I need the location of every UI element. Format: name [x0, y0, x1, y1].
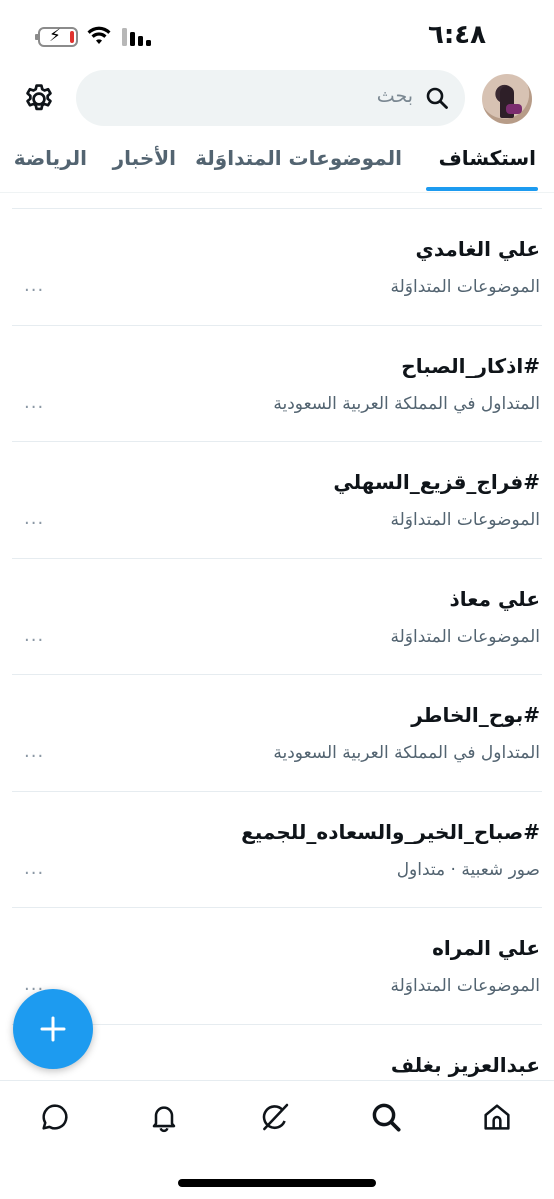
tab-explore[interactable]: استكشاف	[439, 146, 536, 170]
list-item[interactable]: #بوح_الخاطر المتداول في المملكة العربية …	[12, 674, 542, 791]
more-options-icon[interactable]: ...	[24, 508, 44, 529]
trend-list: علي الغامدي الموضوعات المتداوَلة ... #اذ…	[0, 208, 554, 1140]
plus-icon	[40, 1016, 66, 1042]
list-item[interactable]: علي معاذ الموضوعات المتداوَلة ...	[12, 557, 542, 675]
list-item[interactable]: علي الغامدي الموضوعات المتداوَلة ...	[12, 208, 542, 325]
list-item[interactable]: #فراج_قزيع_السهلي الموضوعات المتداوَلة .…	[12, 441, 542, 558]
nav-home[interactable]	[477, 1097, 517, 1137]
trend-title: #بوح_الخاطر	[411, 703, 540, 727]
trend-title: #فراج_قزيع_السهلي	[333, 470, 540, 494]
trend-subtitle: الموضوعات المتداوَلة	[390, 626, 540, 647]
list-item[interactable]: #اذكار_الصباح المتداول في المملكة العربي…	[12, 324, 542, 442]
trend-subtitle: الموضوعات المتداوَلة	[390, 976, 540, 996]
nav-messages[interactable]	[35, 1097, 75, 1137]
list-item[interactable]: علي المراه الموضوعات المتداوَلة ...	[12, 907, 542, 1024]
search-icon	[372, 1103, 401, 1132]
status-time: ٦:٤٨	[427, 20, 486, 50]
tab-sports[interactable]: الرياضة	[14, 146, 87, 170]
signal-icon	[122, 28, 151, 46]
gear-icon[interactable]	[22, 82, 56, 116]
trend-title: علي معاذ	[449, 586, 540, 611]
wifi-icon	[87, 26, 111, 44]
trend-subtitle: الموضوعات المتداوَلة	[390, 277, 540, 297]
more-options-icon[interactable]: ...	[24, 392, 44, 413]
tab-active-indicator	[426, 187, 538, 191]
trend-subtitle: صور شعبية · متداول	[396, 859, 540, 880]
more-options-icon[interactable]: ...	[24, 275, 44, 296]
trend-subtitle: الموضوعات المتداوَلة	[390, 510, 540, 530]
nav-notifications[interactable]	[144, 1097, 184, 1137]
divider	[0, 192, 554, 193]
status-bar: ⚡ ٦:٤٨	[0, 0, 554, 70]
trend-subtitle: المتداول في المملكة العربية السعودية	[273, 743, 540, 763]
home-indicator	[178, 1179, 376, 1187]
trend-title: #صباح_الخير_والسعاده_للجميع	[241, 819, 540, 844]
trend-title: علي الغامدي	[415, 237, 540, 261]
more-options-icon[interactable]: ...	[24, 625, 44, 646]
grok-icon	[262, 1103, 289, 1131]
search-placeholder: بحث	[376, 85, 413, 107]
nav-search[interactable]	[366, 1097, 406, 1137]
home-icon	[484, 1104, 510, 1130]
bell-icon	[152, 1106, 176, 1133]
search-input[interactable]: بحث	[76, 70, 465, 126]
more-options-icon[interactable]: ...	[24, 741, 44, 762]
tab-bar: استكشاف الموضوعات المتداوَلة الأخبار الر…	[0, 140, 554, 192]
search-icon	[426, 87, 448, 109]
battery-icon: ⚡	[35, 26, 78, 47]
list-item[interactable]: #صباح_الخير_والسعاده_للجميع صور شعبية · …	[12, 790, 542, 908]
compose-button[interactable]	[13, 989, 93, 1069]
trend-title: علي المراه	[432, 936, 540, 960]
messages-icon	[42, 1104, 68, 1130]
trend-title: عبدالعزيز بغلف	[390, 1052, 540, 1077]
header: بحث	[0, 70, 554, 128]
avatar[interactable]	[482, 74, 532, 124]
more-options-icon[interactable]: ...	[24, 858, 44, 879]
trend-title: #اذكار_الصباح	[401, 353, 540, 378]
tab-news[interactable]: الأخبار	[113, 146, 176, 170]
trend-subtitle: المتداول في المملكة العربية السعودية	[273, 393, 540, 414]
nav-grok[interactable]	[255, 1097, 295, 1137]
tab-trending[interactable]: الموضوعات المتداوَلة	[195, 146, 402, 170]
